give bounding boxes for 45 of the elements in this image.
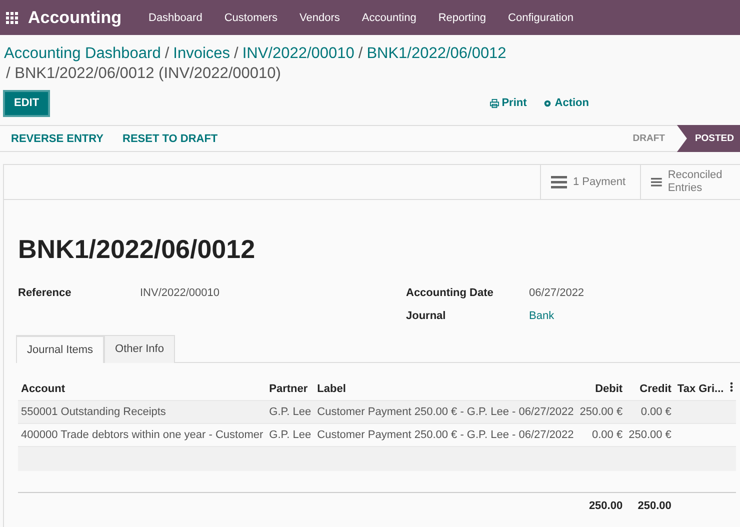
field-link[interactable]: Bank bbox=[529, 310, 740, 322]
printer-icon bbox=[490, 98, 499, 108]
field-label: Reference bbox=[18, 286, 72, 298]
field-label: Journal bbox=[406, 310, 447, 322]
breadcrumb-current: / BNK1/2022/06/0012 (INV/2022/00010) bbox=[5, 65, 282, 83]
status-action-button[interactable]: RESET TO DRAFT bbox=[122, 132, 218, 144]
breadcrumb-link[interactable]: Accounting Dashboard bbox=[4, 45, 161, 62]
field-value: INV/2022/00010 bbox=[140, 286, 221, 298]
total-cell: 250.00 bbox=[626, 492, 674, 519]
breadcrumb-link[interactable]: INV/2022/00010 bbox=[242, 45, 354, 62]
smart-button[interactable]: Reconciled Entries bbox=[640, 165, 740, 199]
tab[interactable]: Other Info bbox=[104, 335, 175, 363]
breadcrumb-separator: / bbox=[234, 45, 238, 62]
smart-button[interactable]: 1 Payment bbox=[540, 165, 640, 199]
kebab-menu-icon[interactable] bbox=[730, 382, 733, 392]
breadcrumb-link[interactable]: BNK1/2022/06/0012 bbox=[366, 45, 506, 62]
column-header[interactable]: Debit bbox=[576, 377, 626, 400]
column-header[interactable]: Account bbox=[18, 377, 266, 400]
field-value: 06/27/2022 bbox=[529, 286, 586, 298]
print-link[interactable]: Print bbox=[490, 97, 527, 109]
status-stage[interactable]: POSTED bbox=[676, 125, 740, 152]
column-header[interactable]: Credit bbox=[626, 377, 674, 400]
breadcrumb-link[interactable]: Invoices bbox=[173, 45, 230, 62]
menu-item[interactable]: Reporting bbox=[438, 12, 486, 24]
column-header[interactable]: Partner bbox=[266, 377, 314, 400]
edit-button[interactable]: EDIT bbox=[3, 90, 50, 116]
tab[interactable]: Journal Items bbox=[16, 335, 104, 363]
breadcrumb-separator: / bbox=[164, 45, 170, 62]
apps-grid-icon[interactable] bbox=[6, 12, 18, 24]
column-header[interactable]: Tax Gri... bbox=[674, 377, 727, 400]
action-link[interactable]: Action bbox=[542, 97, 589, 109]
app-title: Accounting bbox=[28, 8, 122, 28]
list-icon bbox=[551, 175, 567, 189]
breadcrumb-separator: / bbox=[358, 45, 363, 62]
menu-item[interactable]: Customers bbox=[224, 12, 278, 24]
column-header[interactable]: Label bbox=[314, 377, 577, 400]
menu-item[interactable]: Accounting bbox=[362, 12, 416, 24]
menu-item[interactable]: Configuration bbox=[508, 12, 574, 24]
total-cell: 250.00 bbox=[576, 492, 626, 519]
status-action-button[interactable]: REVERSE ENTRY bbox=[11, 132, 104, 144]
field-label: Accounting Date bbox=[406, 286, 494, 298]
menu-item[interactable]: Dashboard bbox=[148, 12, 202, 24]
list-icon bbox=[651, 175, 662, 189]
menu-item[interactable]: Vendors bbox=[300, 12, 340, 24]
record-title: BNK1/2022/06/0012 bbox=[18, 234, 256, 265]
